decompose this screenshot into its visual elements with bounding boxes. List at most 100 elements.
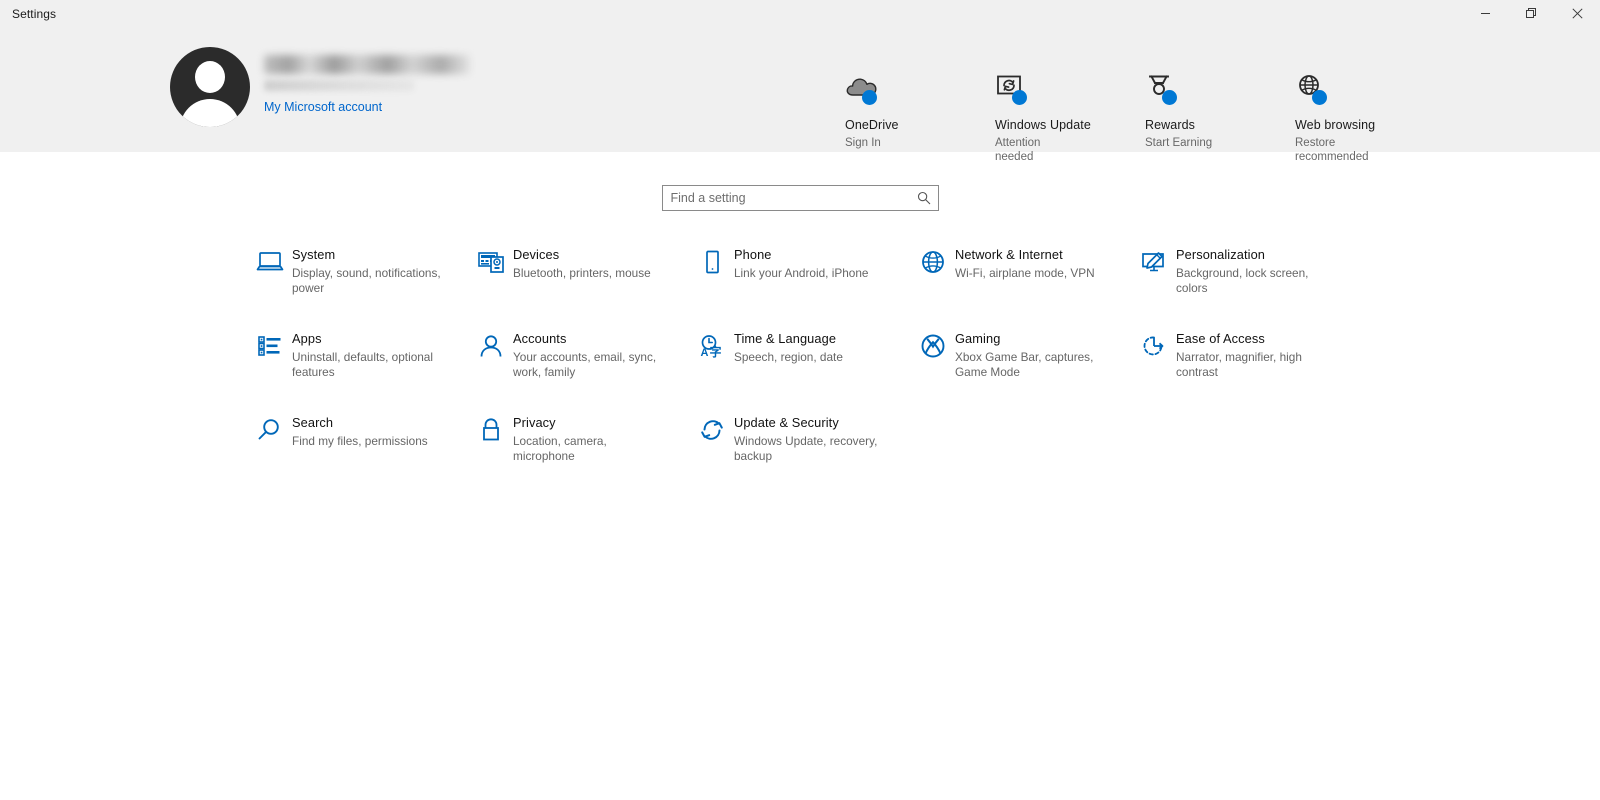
tile-title: Accounts [513,331,567,346]
svg-text:字: 字 [710,344,722,359]
notification-badge [1012,90,1027,105]
settings-tile-gaming[interactable]: Gaming Xbox Game Bar, captures, Game Mod… [913,328,1128,383]
header-tile-onedrive[interactable]: OneDrive Sign In [845,65,995,164]
tile-title: Personalization [1176,247,1265,262]
search-magnifier-icon [250,415,290,443]
tile-subtitle: Uninstall, defaults, optional features [292,350,433,379]
tile-title: Update & Security [734,415,839,430]
settings-tile-update-security[interactable]: Update & Security Windows Update, recove… [692,412,907,467]
notification-badge [862,90,877,105]
window-controls [1462,0,1600,27]
header-tile-status: Sign In [845,137,881,149]
system-laptop-icon [250,247,290,275]
avatar[interactable] [170,47,250,127]
network-globe-icon [913,247,953,275]
tile-subtitle: Your accounts, email, sync, work, family [513,350,657,379]
tile-body: Time & Language Speech, region, date [732,331,843,365]
personalization-brush-icon [1134,247,1174,275]
settings-tile-apps[interactable]: Apps Uninstall, defaults, optional featu… [250,328,465,383]
settings-tile-network-internet[interactable]: Network & Internet Wi-Fi, airplane mode,… [913,244,1128,299]
header-tile-title: Rewards [1145,118,1196,132]
phone-icon [692,247,732,275]
tile-subtitle: Link your Android, iPhone [734,266,869,280]
notification-badge [1312,90,1327,105]
account-email [264,80,414,91]
tile-body: Search Find my files, permissions [290,415,428,449]
account-header-band: My Microsoft account OneDrive Sign In Wi… [0,27,1600,163]
close-icon [1571,8,1583,19]
svg-text:A: A [701,347,709,359]
time-language-icon: A 字 [692,331,732,359]
tile-subtitle: Bluetooth, printers, mouse [513,266,651,280]
tile-subtitle: Location, camera, microphone [513,434,607,463]
tile-title: Ease of Access [1176,331,1265,346]
account-text: My Microsoft account [264,47,470,116]
tile-subtitle: Find my files, permissions [292,434,428,448]
tile-subtitle: Background, lock screen, colors [1176,266,1309,295]
tile-body: Personalization Background, lock screen,… [1174,247,1328,296]
tile-subtitle: Display, sound, notifications, power [292,266,441,295]
search-box[interactable] [661,185,939,211]
header-tile-status: Attention needed [995,137,1041,163]
avatar-body-shape [180,99,240,127]
onedrive-cloud-icon [845,67,891,107]
tile-body: Update & Security Windows Update, recove… [732,415,886,464]
close-button[interactable] [1554,0,1600,27]
header-tile-status: Start Earning [1145,137,1213,149]
accounts-person-icon [471,331,511,359]
tile-body: Phone Link your Android, iPhone [732,247,868,281]
my-microsoft-account-link[interactable]: My Microsoft account [264,100,382,114]
account-block: My Microsoft account [170,47,470,127]
privacy-lock-icon [471,415,511,443]
web-browsing-globe-icon [1295,67,1341,107]
tile-title: Time & Language [734,331,837,346]
gaming-xbox-icon [913,331,953,359]
window-title: Settings [12,6,57,21]
tile-body: Gaming Xbox Game Bar, captures, Game Mod… [953,331,1107,380]
tile-subtitle: Speech, region, date [734,350,843,364]
tile-body: Ease of Access Narrator, magnifier, high… [1174,331,1328,380]
tile-subtitle: Narrator, magnifier, high contrast [1176,350,1302,379]
settings-tile-personalization[interactable]: Personalization Background, lock screen,… [1134,244,1349,299]
tile-title: Privacy [513,415,556,430]
search-input[interactable] [662,186,938,210]
tile-body: System Display, sound, notifications, po… [290,247,444,296]
minimize-button[interactable] [1462,0,1508,27]
settings-tile-privacy[interactable]: Privacy Location, camera, microphone [471,412,686,467]
settings-tile-phone[interactable]: Phone Link your Android, iPhone [692,244,907,299]
tile-body: Privacy Location, camera, microphone [511,415,665,464]
restore-button[interactable] [1508,0,1554,27]
tile-subtitle: Xbox Game Bar, captures, Game Mode [955,350,1094,379]
tile-body: Devices Bluetooth, printers, mouse [511,247,651,281]
settings-tile-devices[interactable]: Devices Bluetooth, printers, mouse [471,244,686,299]
update-security-icon [692,415,732,443]
tile-title: System [292,247,336,262]
header-tile-title: OneDrive [845,118,899,132]
tile-body: Network & Internet Wi-Fi, airplane mode,… [953,247,1095,281]
search-area [0,185,1600,211]
settings-tile-search[interactable]: Search Find my files, permissions [250,412,465,467]
windows-update-icon [995,67,1041,107]
settings-tile-system[interactable]: System Display, sound, notifications, po… [250,244,465,299]
tile-title: Devices [513,247,560,262]
settings-tile-accounts[interactable]: Accounts Your accounts, email, sync, wor… [471,328,686,383]
settings-tile-ease-of-access[interactable]: Ease of Access Narrator, magnifier, high… [1134,328,1349,383]
header-tile-title: Windows Update [995,118,1091,132]
header-tile-rewards[interactable]: Rewards Start Earning [1145,65,1295,164]
settings-tile-time-language[interactable]: A 字 Time & Language Speech, region, date [692,328,907,383]
tile-title: Search [292,415,334,430]
settings-grid: System Display, sound, notifications, po… [250,244,1550,467]
header-tile-status: Restore recommended [1295,137,1369,163]
tile-body: Apps Uninstall, defaults, optional featu… [290,331,444,380]
header-status-tiles: OneDrive Sign In Windows Update Attentio… [845,65,1445,164]
header-tile-windows-update[interactable]: Windows Update Attention needed [995,65,1145,164]
avatar-head-shape [195,61,225,93]
header-tile-title: Web browsing [1295,118,1376,132]
title-bar: Settings [0,0,1600,27]
tile-title: Gaming [955,331,1001,346]
header-tile-web-browsing[interactable]: Web browsing Restore recommended [1295,65,1445,164]
account-display-name [264,55,470,74]
tile-title: Apps [292,331,322,346]
tile-title: Network & Internet [955,247,1063,262]
apps-list-icon [250,331,290,359]
